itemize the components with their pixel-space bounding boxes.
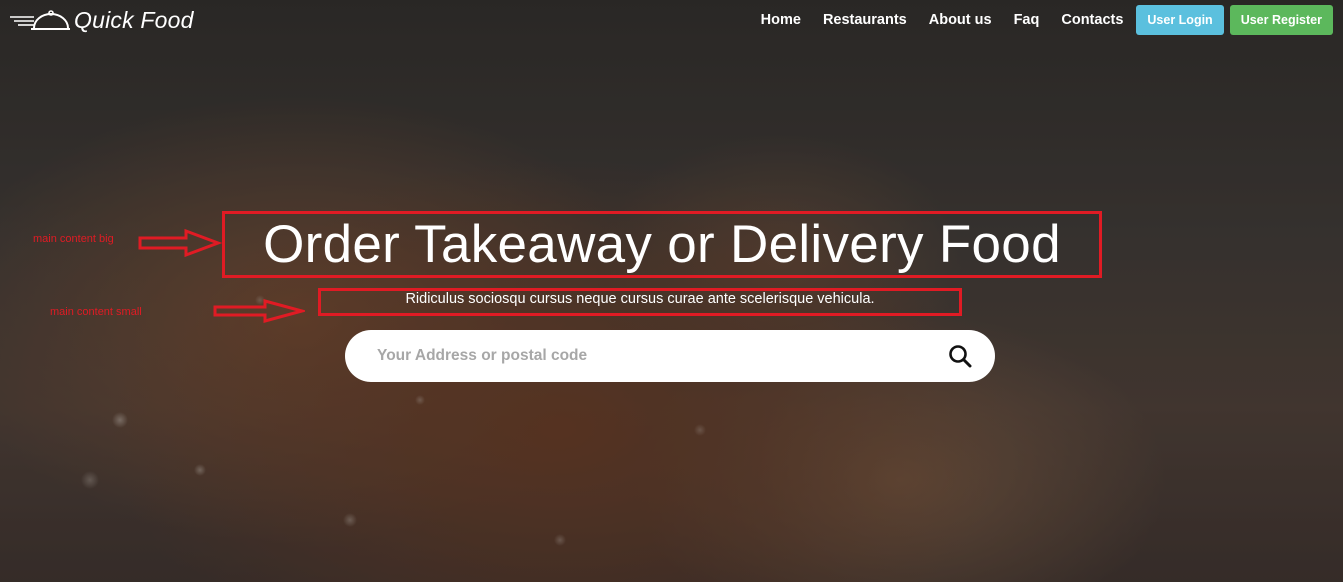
search-icon[interactable] <box>945 341 975 371</box>
user-login-button[interactable]: User Login <box>1136 5 1224 35</box>
hero-section: Quick Food Home Restaurants About us Faq… <box>0 0 1343 582</box>
top-navigation-bar: Quick Food Home Restaurants About us Faq… <box>0 0 1343 40</box>
annotation-main-content-small: main content small <box>50 306 142 318</box>
address-search-input[interactable] <box>375 346 945 366</box>
annotation-box-subtitle <box>318 288 962 316</box>
nav-home[interactable]: Home <box>750 12 812 28</box>
annotation-box-title <box>222 211 1102 278</box>
nav-about-us[interactable]: About us <box>918 12 1003 28</box>
address-search-bar <box>345 330 995 382</box>
user-register-button[interactable]: User Register <box>1229 5 1333 35</box>
annotation-main-content-big: main content big <box>33 233 114 245</box>
nav-faq[interactable]: Faq <box>1003 12 1051 28</box>
annotation-arrow-small <box>213 299 305 323</box>
cloche-icon <box>10 8 70 32</box>
main-nav: Home Restaurants About us Faq Contacts U… <box>750 5 1333 35</box>
nav-contacts[interactable]: Contacts <box>1050 12 1134 28</box>
annotation-arrow-big <box>138 228 222 258</box>
brand-logo[interactable]: Quick Food <box>10 7 194 34</box>
nav-restaurants[interactable]: Restaurants <box>812 12 918 28</box>
brand-name: Quick Food <box>74 6 194 33</box>
